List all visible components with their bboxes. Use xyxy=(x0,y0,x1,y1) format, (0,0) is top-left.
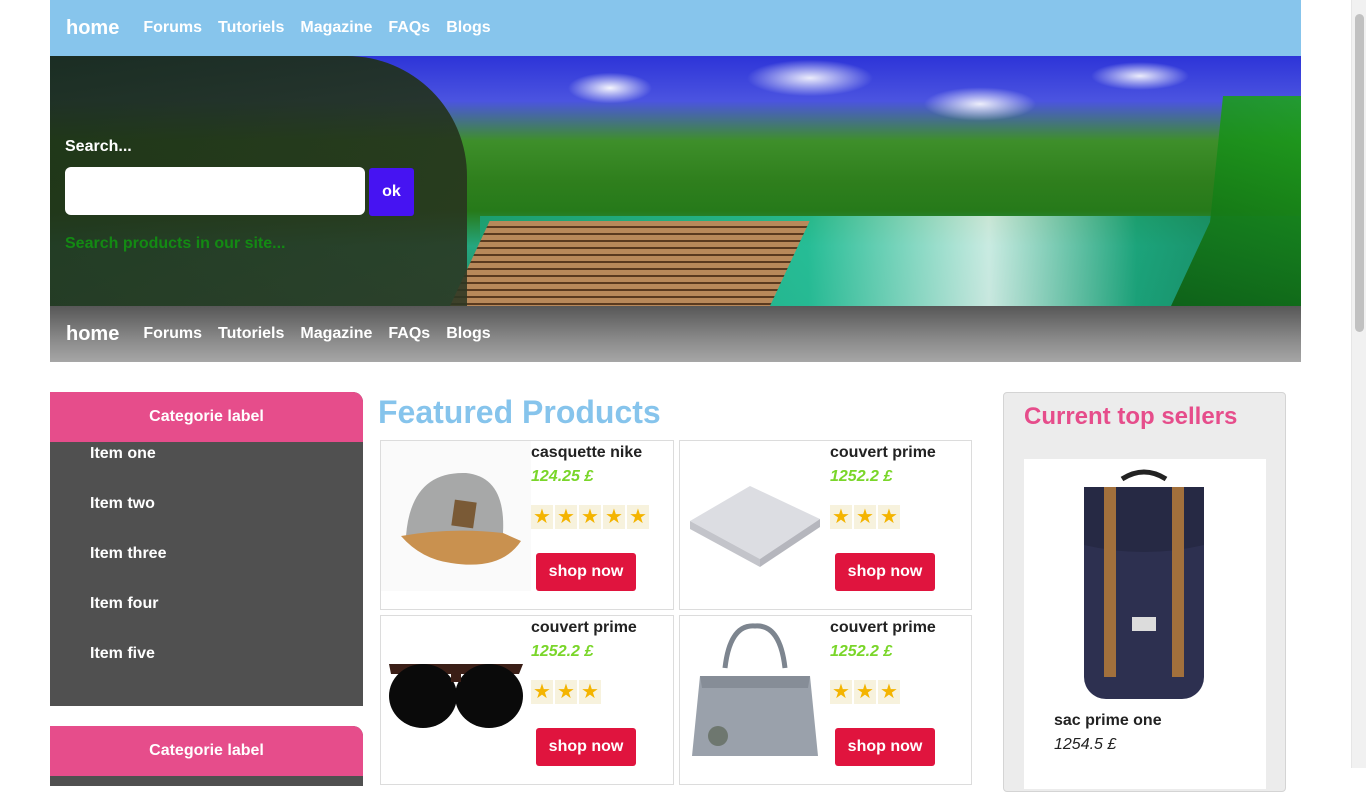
star-icon: ★ xyxy=(555,505,577,529)
star-icon: ★ xyxy=(603,505,625,529)
star-icon: ★ xyxy=(531,680,553,704)
top-sellers-panel: Current top sellers sac prime one 1254.5… xyxy=(1003,392,1286,792)
product-name[interactable]: couvert prime xyxy=(531,619,637,637)
star-icon: ★ xyxy=(830,505,852,529)
search-ok-button[interactable]: ok xyxy=(369,168,414,216)
sunglasses-icon[interactable] xyxy=(381,616,531,766)
featured-products: Featured Products casquette nike 124.25 … xyxy=(378,392,974,785)
top-sellers-title: Current top sellers xyxy=(1024,403,1238,430)
nav2-link-magazine[interactable]: Magazine xyxy=(300,325,372,343)
shop-now-button[interactable]: shop now xyxy=(536,553,636,591)
search-panel: Search... ok Search products in our site… xyxy=(50,56,467,306)
star-icon: ★ xyxy=(854,680,876,704)
product-price: 124.25 £ xyxy=(531,468,594,485)
star-icon: ★ xyxy=(555,680,577,704)
nav-link-blogs[interactable]: Blogs xyxy=(446,19,490,37)
category-header[interactable]: Categorie label xyxy=(50,392,363,442)
handbag-icon[interactable] xyxy=(680,616,830,766)
shop-now-button[interactable]: shop now xyxy=(536,728,636,766)
product-price: 1252.2 £ xyxy=(531,643,594,660)
hero-foliage-image xyxy=(1171,96,1301,306)
search-input[interactable] xyxy=(65,167,365,215)
product-card: couvert prime 1252.2 £ ★ ★ ★ shop now xyxy=(679,615,972,785)
category-header[interactable]: Categorie label xyxy=(50,726,363,776)
category-block: Categorie label Item one Item two Item t… xyxy=(50,392,363,706)
category-block: Categorie label xyxy=(50,726,363,786)
category-sidebar: Categorie label Item one Item two Item t… xyxy=(50,392,363,806)
category-item-three[interactable]: Item three xyxy=(90,542,363,592)
scrollbar-thumb[interactable] xyxy=(1355,14,1364,332)
nav2-link-forums[interactable]: Forums xyxy=(143,325,202,343)
product-name[interactable]: couvert prime xyxy=(830,444,936,462)
product-price: 1252.2 £ xyxy=(830,643,893,660)
star-icon: ★ xyxy=(579,505,601,529)
product-name[interactable]: couvert prime xyxy=(830,619,936,637)
nav-link-tutoriels[interactable]: Tutoriels xyxy=(218,19,284,37)
star-icon: ★ xyxy=(878,505,900,529)
nav2-brand-home[interactable]: home xyxy=(66,323,119,346)
top-navbar: home Forums Tutoriels Magazine FAQs Blog… xyxy=(50,0,1301,56)
product-price: 1252.2 £ xyxy=(830,468,893,485)
top-seller-price: 1254.5 £ xyxy=(1054,736,1117,753)
product-rating: ★ ★ ★ xyxy=(531,680,603,704)
search-hint: Search products in our site... xyxy=(65,235,286,252)
nav-link-magazine[interactable]: Magazine xyxy=(300,19,372,37)
search-label: Search... xyxy=(65,138,132,155)
product-name[interactable]: casquette nike xyxy=(531,444,642,462)
star-icon: ★ xyxy=(830,680,852,704)
nav2-link-tutoriels[interactable]: Tutoriels xyxy=(218,325,284,343)
star-icon: ★ xyxy=(531,505,553,529)
star-icon: ★ xyxy=(579,680,601,704)
top-seller-name[interactable]: sac prime one xyxy=(1054,712,1162,730)
product-rating: ★ ★ ★ ★ ★ xyxy=(531,505,651,529)
product-rating: ★ ★ ★ xyxy=(830,505,902,529)
category-item-five[interactable]: Item five xyxy=(90,642,363,692)
cap-icon[interactable] xyxy=(381,441,531,591)
nav-link-faqs[interactable]: FAQs xyxy=(388,19,430,37)
product-card: casquette nike 124.25 £ ★ ★ ★ ★ ★ shop n… xyxy=(380,440,674,610)
category-item-two[interactable]: Item two xyxy=(90,492,363,542)
blanket-icon[interactable] xyxy=(680,441,830,591)
nav-link-forums[interactable]: Forums xyxy=(143,19,202,37)
nav-brand-home[interactable]: home xyxy=(66,17,119,40)
category-item-one[interactable]: Item one xyxy=(90,442,363,492)
featured-title: Featured Products xyxy=(378,394,661,430)
hero-boardwalk-image xyxy=(450,221,810,306)
nav2-link-faqs[interactable]: FAQs xyxy=(388,325,430,343)
nav2-link-blogs[interactable]: Blogs xyxy=(446,325,490,343)
secondary-navbar: home Forums Tutoriels Magazine FAQs Blog… xyxy=(50,306,1301,362)
star-icon: ★ xyxy=(627,505,649,529)
top-seller-card: sac prime one 1254.5 £ xyxy=(1024,459,1266,789)
shop-now-button[interactable]: shop now xyxy=(835,553,935,591)
product-rating: ★ ★ ★ xyxy=(830,680,902,704)
product-card: couvert prime 1252.2 £ ★ ★ ★ shop now xyxy=(380,615,674,785)
category-item-four[interactable]: Item four xyxy=(90,592,363,642)
shop-now-button[interactable]: shop now xyxy=(835,728,935,766)
hero-banner: Search... ok Search products in our site… xyxy=(50,56,1301,306)
page-wrapper: home Forums Tutoriels Magazine FAQs Blog… xyxy=(50,0,1301,362)
star-icon: ★ xyxy=(878,680,900,704)
product-card: couvert prime 1252.2 £ ★ ★ ★ shop now xyxy=(679,440,972,610)
category-list: Item one Item two Item three Item four I… xyxy=(50,442,363,706)
star-icon: ★ xyxy=(854,505,876,529)
page-scrollbar[interactable] xyxy=(1351,0,1366,768)
product-grid: casquette nike 124.25 £ ★ ★ ★ ★ ★ shop n… xyxy=(380,440,972,785)
backpack-icon[interactable] xyxy=(1064,467,1224,703)
